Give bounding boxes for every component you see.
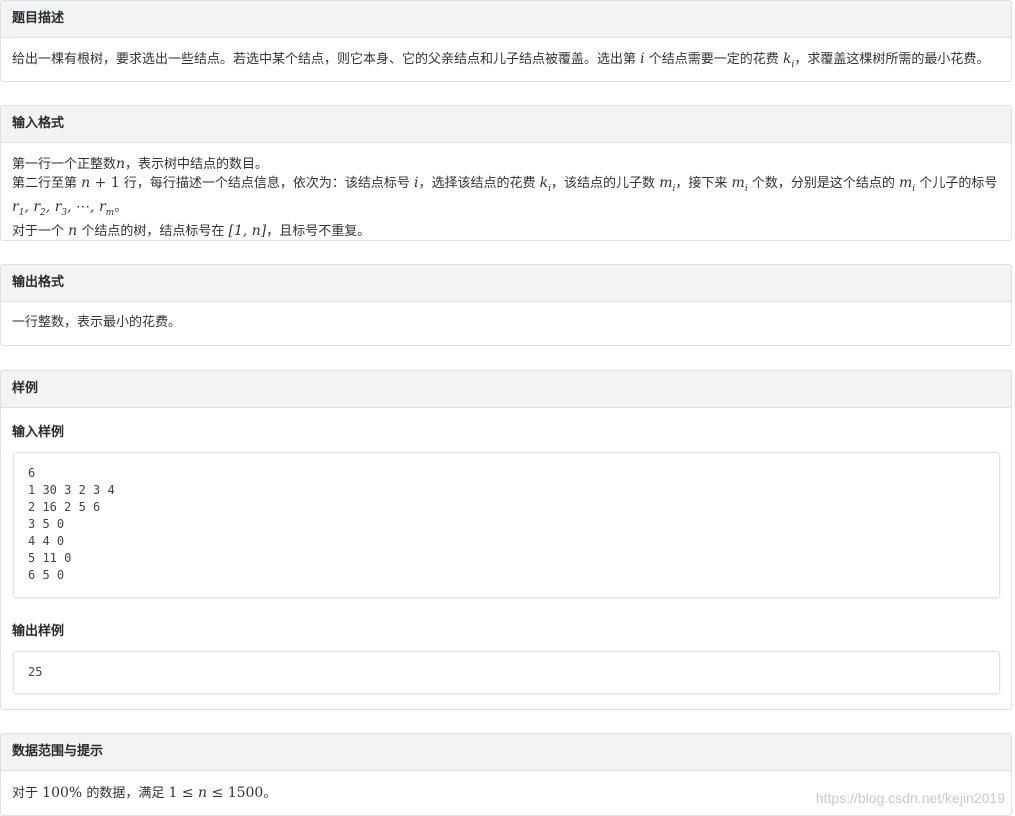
watermark: https://blog.csdn.net/kejin2019	[815, 790, 1005, 806]
input-line-1: 第一行一个正整数n，表示树中结点的数目。	[12, 156, 269, 172]
math-var: i	[640, 51, 645, 67]
code-line: 3 5 0	[28, 517, 65, 531]
input-line-2: 第二行至第 n + 1 行，每行描述一个结点信息，依次为：该结点标号 i，选择该…	[12, 175, 998, 194]
sample-output-title: 输出样例	[12, 624, 65, 639]
input-format-body: 第一行一个正整数n，表示树中结点的数目。 第二行至第 n + 1 行，每行描述一…	[1, 143, 1011, 240]
constraints-title: 数据范围与提示	[1, 734, 1011, 771]
description-text: 给出一棵有根树，要求选出一些结点。若选中某个结点，则它本身、它的父亲结点和儿子结…	[12, 52, 637, 67]
output-format-body: 一行整数，表示最小的花费。	[12, 315, 182, 330]
math-var: ki	[782, 51, 795, 70]
code-line: 5 11 0	[28, 551, 72, 565]
output-format-title: 输出格式	[1, 265, 1011, 302]
sample-input-box: 6 1 30 3 2 3 4 2 16 2 5 6 3 5 0 4 4 0 5 11 0 6…	[13, 452, 1000, 598]
code-line: 6 5 0	[28, 568, 65, 582]
code-line: 4 4 0	[28, 534, 65, 548]
code-line: 6	[28, 466, 36, 480]
code-line: 2 16 2 5 6	[28, 500, 101, 514]
description-card: 题目描述 给出一棵有根树，要求选出一些结点。若选中某个结点，则它本身、它的父亲结…	[0, 0, 1012, 82]
input-line-4: 对于一个 n 个结点的树，结点标号在 [1, n]，且标号不重复。	[12, 222, 371, 239]
output-format-card: 输出格式 一行整数，表示最小的花费。	[0, 264, 1012, 346]
description-text: 个结点需要一定的花费	[648, 52, 779, 67]
description-text: ，求覆盖这棵树所需的最小花费。	[794, 52, 990, 67]
samples-card: 样例 输入样例 6 1 30 3 2 3 4 2 16 2 5 6 3 5 0 4 4 …	[0, 370, 1012, 710]
sample-input-title: 输入样例	[12, 425, 65, 440]
samples-title: 样例	[1, 371, 1011, 408]
sample-output-box: 25	[13, 651, 1000, 694]
description-title: 题目描述	[1, 1, 1011, 38]
input-format-card: 输入格式 第一行一个正整数n，表示树中结点的数目。 第二行至第 n + 1 行，…	[0, 105, 1012, 241]
code-line: 1 30 3 2 3 4	[28, 483, 115, 497]
input-format-title: 输入格式	[1, 106, 1011, 143]
description-body: 给出一棵有根树，要求选出一些结点。若选中某个结点，则它本身、它的父亲结点和儿子结…	[1, 38, 1011, 74]
input-line-3: r1, r2, r3, ⋯, rm。	[12, 198, 128, 218]
code-line: 25	[28, 665, 43, 679]
